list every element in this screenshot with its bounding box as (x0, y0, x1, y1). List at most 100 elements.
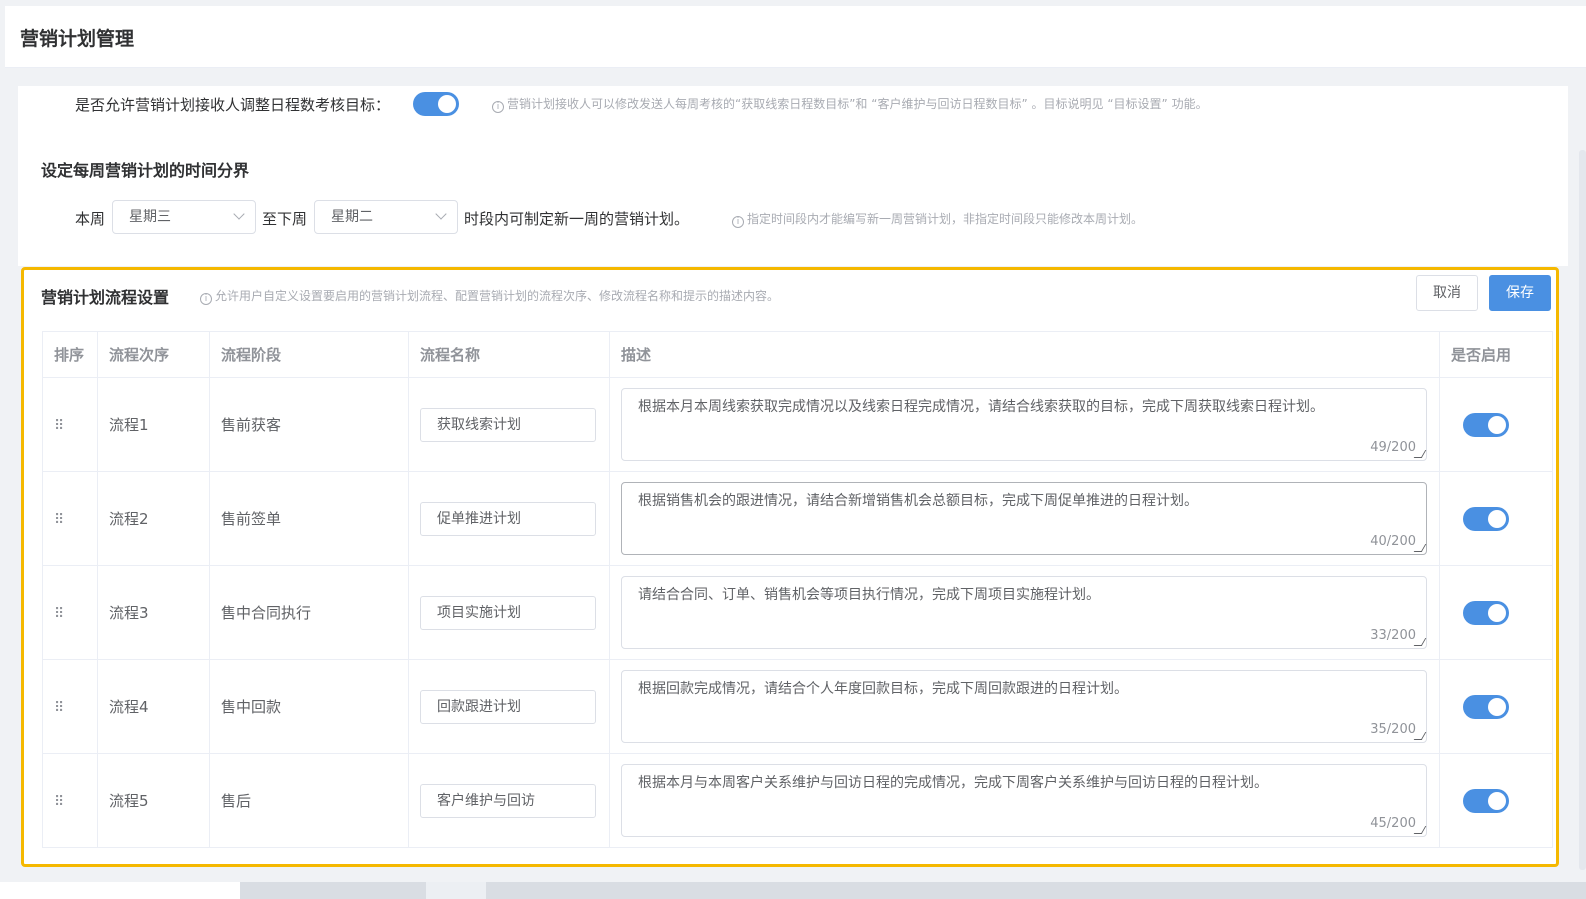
time-hint: i 指定时间段内才能编写新一周营销计划，非指定时间段只能修改本周计划。 (732, 210, 1143, 228)
time-section-title: 设定每周营销计划的时间分界 (41, 161, 250, 180)
row-toggle-cell (1439, 471, 1553, 566)
col-name: 流程名称 (408, 331, 610, 378)
row-order: 流程3 (97, 565, 210, 660)
flow-section-hint: i 允许用户自定义设置要启用的营销计划流程、配置营销计划的流程次序、修改流程名称和… (200, 287, 779, 305)
flow-name-input[interactable]: 客户维护与回访 (420, 783, 596, 818)
table-row: ⠿ 流程1 售前获客 获取线索计划 根据本月本周线索获取完成情况以及线索日程完成… (42, 377, 1553, 472)
flow-desc-textarea[interactable]: 根据本月本周线索获取完成情况以及线索日程完成情况，请结合线索获取的目标，完成下周… (621, 388, 1427, 461)
toggle-knob (1488, 416, 1506, 434)
drag-cell[interactable]: ⠿ (42, 471, 98, 566)
row-stage: 售中回款 (209, 659, 409, 754)
row-toggle-cell (1439, 377, 1553, 472)
flow-desc-text: 根据销售机会的跟进情况，请结合新增销售机会总额目标，完成下周促单推进的日程计划。 (638, 493, 1198, 509)
row-toggle-cell (1439, 659, 1553, 754)
flow-desc-text: 根据回款完成情况，请结合个人年度回款目标，完成下周回款跟进的日程计划。 (638, 681, 1128, 697)
flow-desc-text: 根据本月本周线索获取完成情况以及线索日程完成情况，请结合线索获取的目标，完成下周… (638, 399, 1324, 415)
time-hint-text: 指定时间段内才能编写新一周营销计划，非指定时间段只能修改本周计划。 (747, 212, 1144, 226)
cancel-button[interactable]: 取消 (1416, 275, 1478, 311)
flow-name-input[interactable]: 项目实施计划 (420, 595, 596, 630)
info-circle-icon: i (492, 101, 504, 113)
enable-toggle[interactable] (1463, 789, 1509, 813)
row-order: 流程2 (97, 471, 210, 566)
flow-name-input[interactable]: 获取线索计划 (420, 407, 596, 442)
flow-name-input[interactable]: 回款跟进计划 (420, 689, 596, 724)
to-next-week-label: 至下周 (262, 210, 308, 228)
row-order: 流程4 (97, 659, 210, 754)
row-desc-cell: 根据本月与本周客户关系维护与回访日程的完成情况，完成下周客户关系维护与回访日程的… (609, 753, 1440, 848)
page-scrollbar[interactable] (1579, 150, 1586, 870)
row-desc-cell: 根据销售机会的跟进情况，请结合新增销售机会总额目标，完成下周促单推进的日程计划。… (609, 471, 1440, 566)
page: 营销计划管理 是否允许营销计划接收人调整日程数考核目标： i 营销计划接收人可以修… (0, 0, 1586, 899)
toggle-knob (1488, 698, 1506, 716)
row-desc-cell: 根据回款完成情况，请结合个人年度回款目标，完成下周回款跟进的日程计划。 35/20… (609, 659, 1440, 754)
row-stage: 售后 (209, 753, 409, 848)
flow-desc-text: 根据本月与本周客户关系维护与回访日程的完成情况，完成下周客户关系维护与回访日程的… (638, 775, 1268, 791)
flow-desc-text: 请结合合同、订单、销售机会等项目执行情况，完成下周项目实施程计划。 (638, 587, 1100, 603)
drag-handle-icon[interactable]: ⠿ (54, 795, 64, 809)
table-row: ⠿ 流程4 售中回款 回款跟进计划 根据回款完成情况，请结合个人年度回款目标，完… (42, 659, 1553, 754)
col-order: 流程次序 (97, 331, 210, 378)
enable-toggle[interactable] (1463, 695, 1509, 719)
row-stage: 售前签单 (209, 471, 409, 566)
row-order: 流程1 (97, 377, 210, 472)
flow-section-title: 营销计划流程设置 (41, 288, 170, 307)
toggle-knob (438, 95, 456, 113)
row-name-cell: 获取线索计划 (408, 377, 610, 472)
info-circle-icon: i (732, 216, 744, 228)
row-toggle-cell (1439, 753, 1553, 848)
allow-adjust-toggle[interactable] (413, 92, 459, 116)
flow-desc-textarea[interactable]: 请结合合同、订单、销售机会等项目执行情况，完成下周项目实施程计划。 33/200 (621, 576, 1427, 649)
drag-cell[interactable]: ⠿ (42, 565, 98, 660)
flow-settings-box: 营销计划流程设置 i 允许用户自定义设置要启用的营销计划流程、配置营销计划的流程次… (21, 267, 1559, 867)
toggle-knob (1488, 510, 1506, 528)
chevron-down-icon (435, 208, 447, 220)
flow-name-input[interactable]: 促单推进计划 (420, 501, 596, 536)
drag-handle-icon[interactable]: ⠿ (54, 701, 64, 715)
enable-toggle[interactable] (1463, 413, 1509, 437)
drag-handle-icon[interactable]: ⠿ (54, 607, 64, 621)
this-week-label: 本周 (75, 210, 106, 228)
enable-toggle[interactable] (1463, 507, 1509, 531)
table-row: ⠿ 流程3 售中合同执行 项目实施计划 请结合合同、订单、销售机会等项目执行情况… (42, 565, 1553, 660)
info-circle-icon: i (200, 293, 212, 305)
toggle-knob (1488, 604, 1506, 622)
col-enabled: 是否启用 (1439, 331, 1553, 378)
row-order: 流程5 (97, 753, 210, 848)
drag-cell[interactable]: ⠿ (42, 659, 98, 754)
flow-desc-textarea[interactable]: 根据回款完成情况，请结合个人年度回款目标，完成下周回款跟进的日程计划。 35/20… (621, 670, 1427, 743)
row-desc-cell: 请结合合同、订单、销售机会等项目执行情况，完成下周项目实施程计划。 33/200 (609, 565, 1440, 660)
row-name-cell: 促单推进计划 (408, 471, 610, 566)
col-stage: 流程阶段 (209, 331, 409, 378)
drag-handle-icon[interactable]: ⠿ (54, 419, 64, 433)
char-count: 33/200 (1370, 628, 1416, 643)
row-stage: 售前获客 (209, 377, 409, 472)
row-name-cell: 客户维护与回访 (408, 753, 610, 848)
char-count: 49/200 (1370, 440, 1416, 455)
drag-cell[interactable]: ⠿ (42, 377, 98, 472)
char-count: 35/200 (1370, 722, 1416, 737)
allow-adjust-hint: i 营销计划接收人可以修改发送人每周考核的“获取线索日程数目标”和 “客户维护与回… (492, 95, 1208, 113)
table-row: ⠿ 流程2 售前签单 促单推进计划 根据销售机会的跟进情况，请结合新增销售机会总… (42, 471, 1553, 566)
row-name-cell: 回款跟进计划 (408, 659, 610, 754)
flow-table: 排序 流程次序 流程阶段 流程名称 描述 是否启用 ⠿ 流程1 售前获客 获取线… (42, 331, 1553, 848)
row-name-cell: 项目实施计划 (408, 565, 610, 660)
row-stage: 售中合同执行 (209, 565, 409, 660)
flow-desc-textarea[interactable]: 根据销售机会的跟进情况，请结合新增销售机会总额目标，完成下周促单推进的日程计划。… (621, 482, 1427, 555)
bottom-bar-segment (0, 882, 240, 899)
this-week-select[interactable]: 星期三 (112, 200, 256, 234)
row-desc-cell: 根据本月本周线索获取完成情况以及线索日程完成情况，请结合线索获取的目标，完成下周… (609, 377, 1440, 472)
char-count: 40/200 (1370, 534, 1416, 549)
next-week-select[interactable]: 星期二 (314, 200, 458, 234)
drag-handle-icon[interactable]: ⠿ (54, 513, 64, 527)
chevron-down-icon (233, 208, 245, 220)
enable-toggle[interactable] (1463, 601, 1509, 625)
bottom-bar (0, 882, 1586, 899)
flow-section-hint-text: 允许用户自定义设置要启用的营销计划流程、配置营销计划的流程次序、修改流程名称和提… (215, 289, 780, 303)
save-button[interactable]: 保存 (1489, 275, 1551, 311)
page-title: 营销计划管理 (20, 28, 135, 50)
flow-desc-textarea[interactable]: 根据本月与本周客户关系维护与回访日程的完成情况，完成下周客户关系维护与回访日程的… (621, 764, 1427, 837)
header-bar: 营销计划管理 (5, 6, 1586, 68)
table-row: ⠿ 流程5 售后 客户维护与回访 根据本月与本周客户关系维护与回访日程的完成情况… (42, 753, 1553, 848)
drag-cell[interactable]: ⠿ (42, 753, 98, 848)
row-toggle-cell (1439, 565, 1553, 660)
